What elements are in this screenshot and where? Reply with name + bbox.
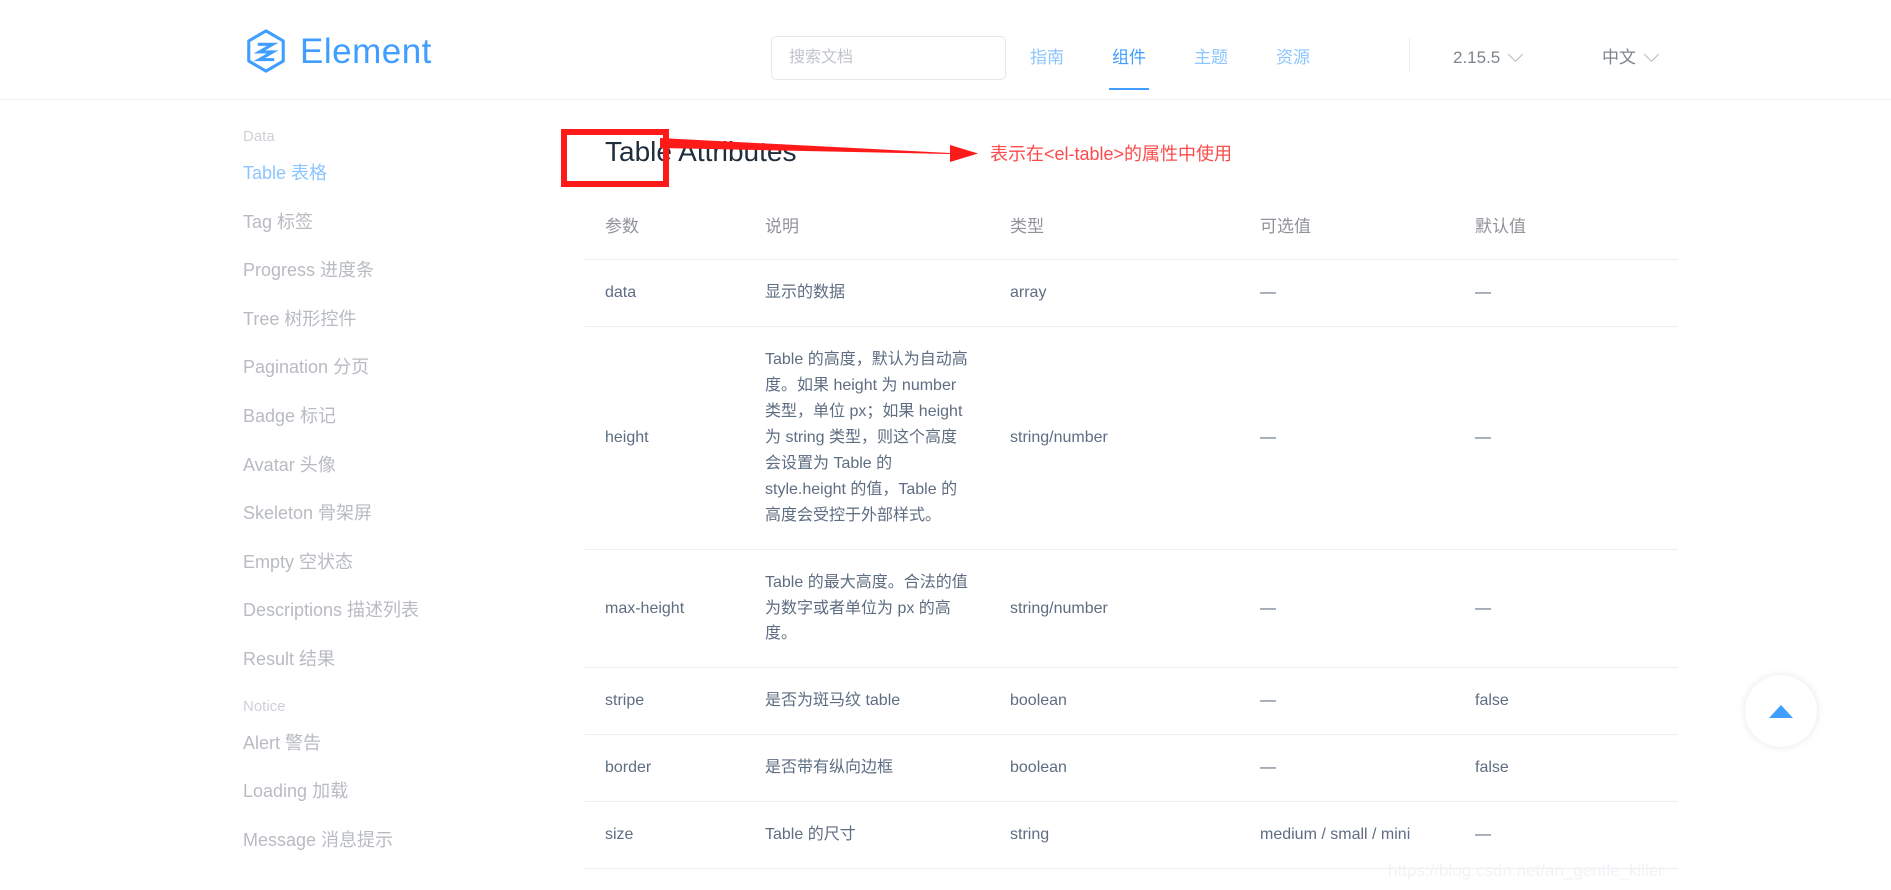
cell-type: string [990, 801, 1240, 870]
column-header-type: 类型 [990, 212, 1240, 261]
sidebar-nav: Data Table 表格 Tag 标签 Progress 进度条 Tree 树… [243, 128, 493, 878]
cell-type: boolean [990, 734, 1240, 803]
search-input[interactable] [787, 48, 990, 68]
nav-item-components[interactable]: 组件 [1109, 36, 1149, 90]
cell-desc: Table 的尺寸 [745, 801, 990, 870]
cell-desc: 显示的数据 [745, 259, 990, 328]
cell-default: — [1455, 549, 1678, 669]
language-selector[interactable]: 中文 [1602, 36, 1660, 80]
cell-options: — [1240, 259, 1455, 328]
triangle-up-icon [1769, 704, 1793, 718]
sidebar-item-progress[interactable]: Progress 进度条 [243, 260, 493, 282]
sidebar-item-avatar[interactable]: Avatar 头像 [243, 455, 493, 477]
cell-desc: 是否带有纵向边框 [745, 734, 990, 803]
cell-desc: Table 的最大高度。合法的值为数字或者单位为 px 的高度。 [745, 549, 990, 669]
column-header-desc: 说明 [745, 212, 990, 261]
table-body: data 显示的数据 array — — height Table 的高度，默认… [585, 259, 1678, 870]
table-header: 参数 说明 类型 可选值 默认值 [585, 212, 1678, 261]
cell-options: — [1240, 667, 1455, 736]
sidebar-item-badge[interactable]: Badge 标记 [243, 406, 493, 428]
sidebar-item-result[interactable]: Result 结果 [243, 649, 493, 671]
table-row: height Table 的高度，默认为自动高度。如果 height 为 num… [585, 326, 1678, 550]
cell-type: string/number [990, 549, 1240, 669]
element-hexagon-logo-icon [243, 28, 289, 74]
logo[interactable]: Element [243, 28, 432, 74]
sidebar-item-table[interactable]: Table 表格 [243, 163, 493, 185]
main-content: Table Attributes 参数 说明 类型 可选值 默认值 data 显… [585, 128, 1678, 870]
column-header-param: 参数 [585, 212, 745, 261]
site-header: Element 指南 组件 主题 资源 2.15.5 中文 [0, 0, 1891, 100]
column-header-default: 默认值 [1455, 212, 1678, 261]
chevron-down-icon [1507, 45, 1524, 62]
cell-options: — [1240, 734, 1455, 803]
cell-options: — [1240, 549, 1455, 669]
nav-item-theme[interactable]: 主题 [1194, 36, 1228, 80]
sidebar-item-tree[interactable]: Tree 树形控件 [243, 309, 493, 331]
back-to-top-button[interactable] [1745, 675, 1817, 747]
cell-default: false [1455, 667, 1678, 736]
logo-text: Element [300, 31, 432, 71]
cell-type: boolean [990, 667, 1240, 736]
cell-param: border [585, 734, 745, 803]
version-label: 2.15.5 [1453, 48, 1501, 67]
sidebar-item-pagination[interactable]: Pagination 分页 [243, 357, 493, 379]
cell-options: medium / small / mini [1240, 801, 1455, 870]
table-row: size Table 的尺寸 string medium / small / m… [585, 801, 1678, 870]
attributes-table: 参数 说明 类型 可选值 默认值 data 显示的数据 array — — he… [585, 212, 1678, 870]
cell-default: — [1455, 801, 1678, 870]
sidebar-item-tag[interactable]: Tag 标签 [243, 212, 493, 234]
table-row: data 显示的数据 array — — [585, 259, 1678, 328]
sidebar-item-descriptions[interactable]: Descriptions 描述列表 [243, 600, 493, 622]
cell-param: data [585, 259, 745, 328]
version-selector[interactable]: 2.15.5 [1453, 36, 1524, 80]
sidebar-item-skeleton[interactable]: Skeleton 骨架屏 [243, 503, 493, 525]
cell-default: — [1455, 259, 1678, 328]
sidebar-group-title-notice: Notice [243, 697, 286, 715]
cell-param: size [585, 801, 745, 870]
search-input-wrapper[interactable] [771, 36, 1006, 80]
cell-param: max-height [585, 549, 745, 669]
cell-param: height [585, 326, 745, 550]
annotation-text: 表示在<el-table>的属性中使用 [990, 144, 1233, 164]
chevron-down-icon [1643, 45, 1660, 62]
sidebar-item-loading[interactable]: Loading 加载 [243, 781, 493, 803]
cell-options: — [1240, 326, 1455, 550]
main-nav: 指南 组件 主题 资源 [1030, 36, 1310, 90]
table-row: max-height Table 的最大高度。合法的值为数字或者单位为 px 的… [585, 549, 1678, 669]
table-header-row: 参数 说明 类型 可选值 默认值 [585, 212, 1678, 261]
language-label: 中文 [1602, 48, 1636, 67]
table-row: stripe 是否为斑马纹 table boolean — false [585, 667, 1678, 736]
cell-desc: 是否为斑马纹 table [745, 667, 990, 736]
cell-desc: Table 的高度，默认为自动高度。如果 height 为 number 类型，… [745, 326, 990, 550]
page-root: Element 指南 组件 主题 资源 2.15.5 中文 Data Table… [0, 0, 1891, 890]
nav-item-resource[interactable]: 资源 [1276, 36, 1310, 80]
sidebar-item-message[interactable]: Message 消息提示 [243, 830, 493, 852]
cell-default: false [1455, 734, 1678, 803]
cell-default: — [1455, 326, 1678, 550]
cell-type: string/number [990, 326, 1240, 550]
sidebar-item-alert[interactable]: Alert 警告 [243, 733, 493, 755]
table-row: border 是否带有纵向边框 boolean — false [585, 734, 1678, 803]
watermark-url: https://blog.csdn.net/an_gentle_killer [1388, 861, 1664, 880]
nav-item-guide[interactable]: 指南 [1030, 36, 1064, 80]
header-divider [1409, 38, 1410, 72]
sidebar-group-title-data: Data [243, 128, 275, 145]
column-header-options: 可选值 [1240, 212, 1455, 261]
sidebar-item-empty[interactable]: Empty 空状态 [243, 552, 493, 574]
cell-type: array [990, 259, 1240, 328]
cell-param: stripe [585, 667, 745, 736]
